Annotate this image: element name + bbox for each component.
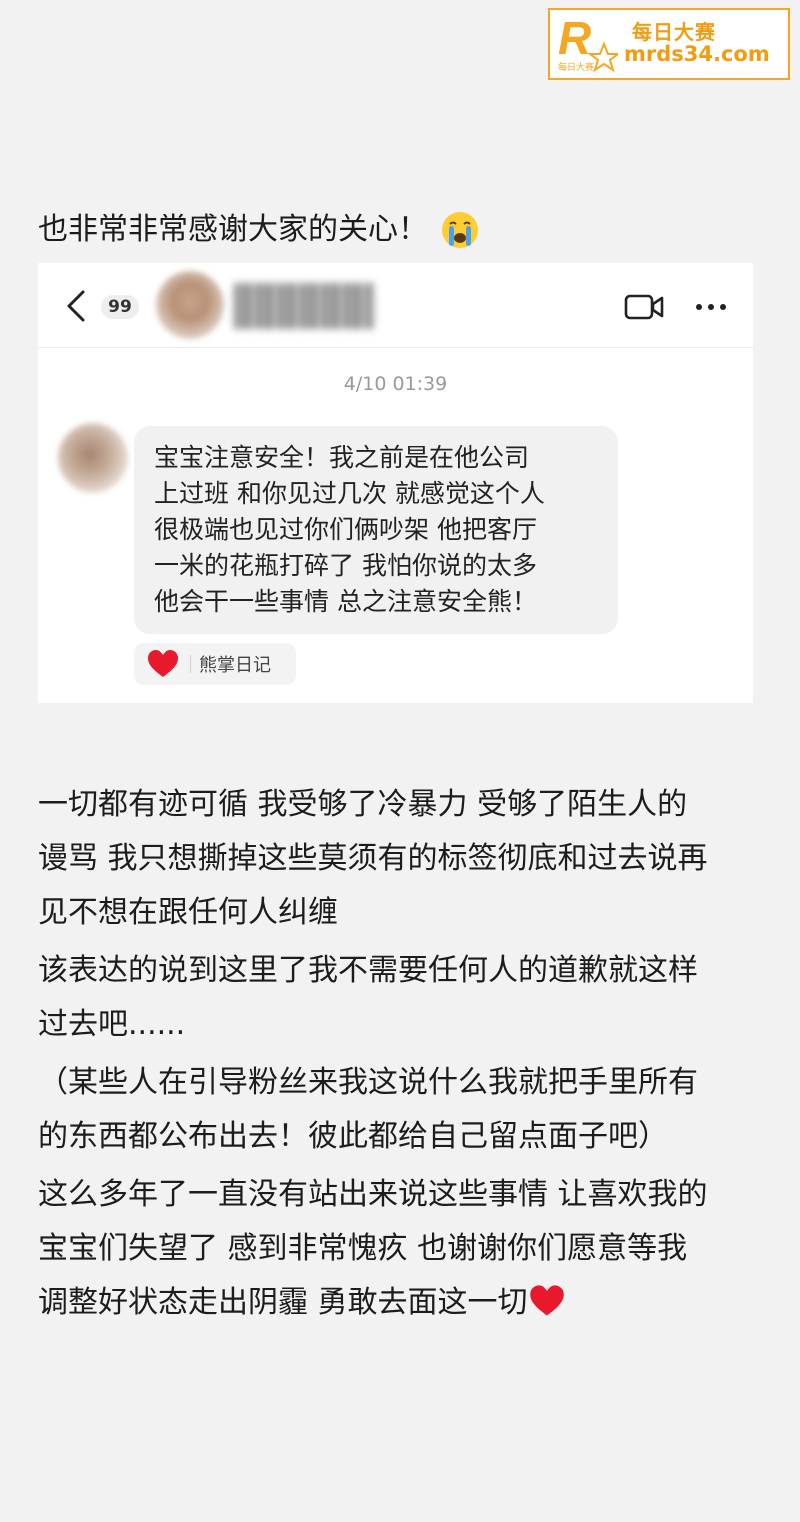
- text-line: 的东西都公布出去！彼此都给自己留点面子吧）: [38, 1119, 668, 1154]
- message-bubble[interactable]: 宝宝注意安全！我之前是在他公司 上过班 和你见过几次 就感觉这个人 很极端也见过…: [134, 426, 618, 634]
- text-line: 过去吧......: [38, 1007, 186, 1042]
- text-line: 该表达的说到这里了我不需要任何人的道歉就这样: [38, 953, 698, 988]
- text-line: 谩骂 我只想撕掉这些莫须有的标签彻底和过去说再: [38, 841, 708, 876]
- post-body: 一切都有迹可循 我受够了冷暴力 受够了陌生人的 谩骂 我只想撕掉这些莫须有的标签…: [38, 778, 768, 1334]
- intro-line: 也非常非常感谢大家的关心！: [38, 208, 480, 252]
- message-reaction[interactable]: 熊掌日记: [134, 643, 296, 685]
- unread-count-badge: 99: [101, 295, 139, 319]
- paragraph: 一切都有迹可循 我受够了冷暴力 受够了陌生人的 谩骂 我只想撕掉这些莫须有的标签…: [38, 778, 768, 940]
- video-call-icon[interactable]: [624, 293, 664, 321]
- reaction-divider: [190, 655, 191, 673]
- text-line: 见不想在跟任何人纠缠: [38, 895, 338, 930]
- message-timestamp: 4/10 01:39: [343, 373, 448, 395]
- svg-text:R: R: [558, 12, 591, 64]
- watermark-url: mrds34.com: [624, 42, 770, 67]
- chat-header: 99: [38, 263, 753, 348]
- text-line: 这么多年了一直没有站出来说这些事情 让喜欢我的: [38, 1177, 708, 1212]
- message-line: 宝宝注意安全！我之前是在他公司: [154, 443, 530, 472]
- reaction-user-name: 熊掌日记: [199, 655, 271, 676]
- text-line-last: 调整好状态走出阴霾 勇敢去面这一切: [38, 1276, 768, 1330]
- chat-screenshot: 99 4/10 01:39 宝宝注意安全！我之前是在他公司 上过班 和你见过几次…: [38, 263, 753, 703]
- site-logo-icon: R 每日大赛: [558, 12, 618, 73]
- heart-icon: [148, 650, 178, 677]
- more-options-icon[interactable]: [694, 293, 728, 321]
- message-line: 上过班 和你见过几次 就感觉这个人: [154, 479, 545, 508]
- intro-text: 也非常非常感谢大家的关心！: [38, 212, 428, 247]
- crying-face-emoji-icon: [442, 212, 478, 248]
- watermark-title: 每日大赛: [632, 20, 716, 45]
- contact-name-redacted: [234, 283, 374, 329]
- text-line: 一切都有迹可循 我受够了冷暴力 受够了陌生人的: [38, 787, 688, 822]
- paragraph: 这么多年了一直没有站出来说这些事情 让喜欢我的 宝宝们失望了 感到非常愧疚 也谢…: [38, 1168, 768, 1330]
- paragraph: （某些人在引导粉丝来我这说什么我就把手里所有 的东西都公布出去！彼此都给自己留点…: [38, 1056, 768, 1164]
- red-heart-emoji-icon: [529, 1285, 564, 1316]
- text-line: （某些人在引导粉丝来我这说什么我就把手里所有: [38, 1065, 698, 1100]
- contact-avatar[interactable]: [156, 271, 224, 339]
- message-line: 一米的花瓶打碎了 我怕你说的太多: [154, 551, 537, 580]
- svg-text:每日大赛: 每日大赛: [558, 61, 594, 73]
- message-line: 很极端也见过你们俩吵架 他把客厅: [154, 515, 537, 544]
- back-chevron-icon[interactable]: [64, 289, 88, 323]
- text-line: 宝宝们失望了 感到非常愧疚 也谢谢你们愿意等我: [38, 1231, 688, 1266]
- text-line: 调整好状态走出阴霾 勇敢去面这一切: [38, 1285, 528, 1320]
- message-line: 他会干一些事情 总之注意安全熊！: [154, 587, 537, 616]
- watermark-badge: R 每日大赛 每日大赛 mrds34.com: [548, 8, 790, 80]
- sender-avatar[interactable]: [58, 423, 128, 493]
- paragraph: 该表达的说到这里了我不需要任何人的道歉就这样 过去吧......: [38, 944, 768, 1052]
